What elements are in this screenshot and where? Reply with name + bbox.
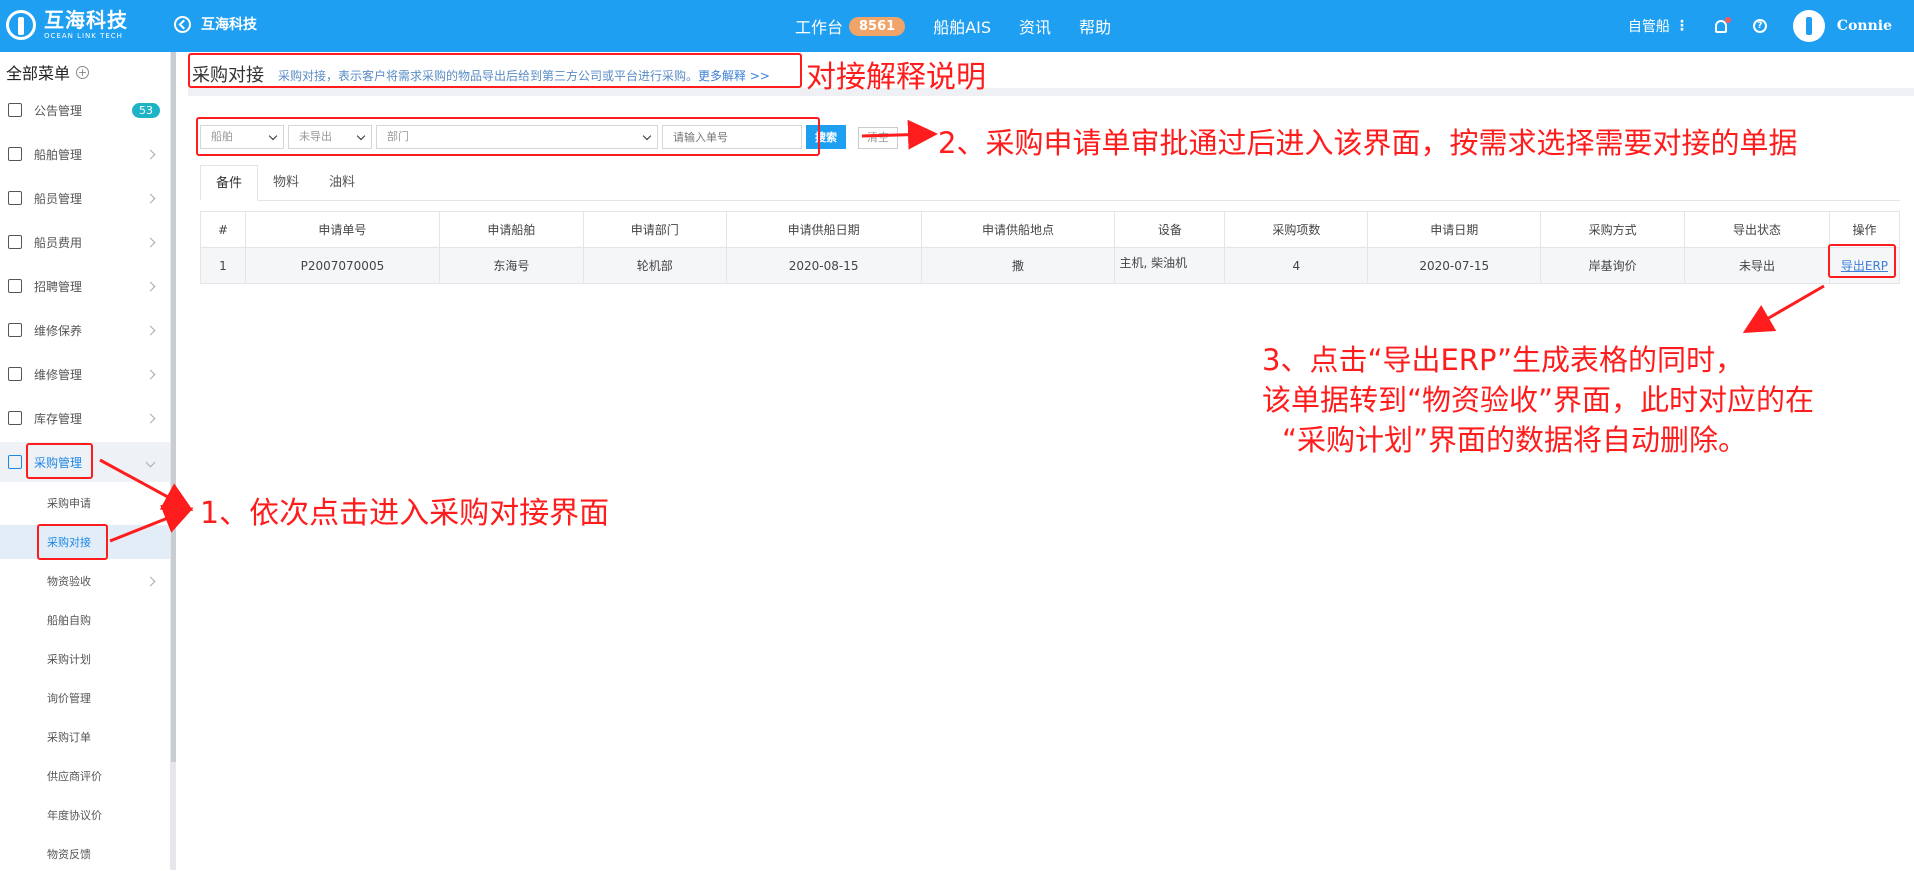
arrow-step1-procurement — [99, 458, 194, 511]
annotation-arrows — [99, 119, 1825, 543]
arrow-step1-docking — [109, 504, 194, 543]
arrow-step3 — [1742, 284, 1825, 334]
arrow-step2 — [861, 119, 938, 150]
